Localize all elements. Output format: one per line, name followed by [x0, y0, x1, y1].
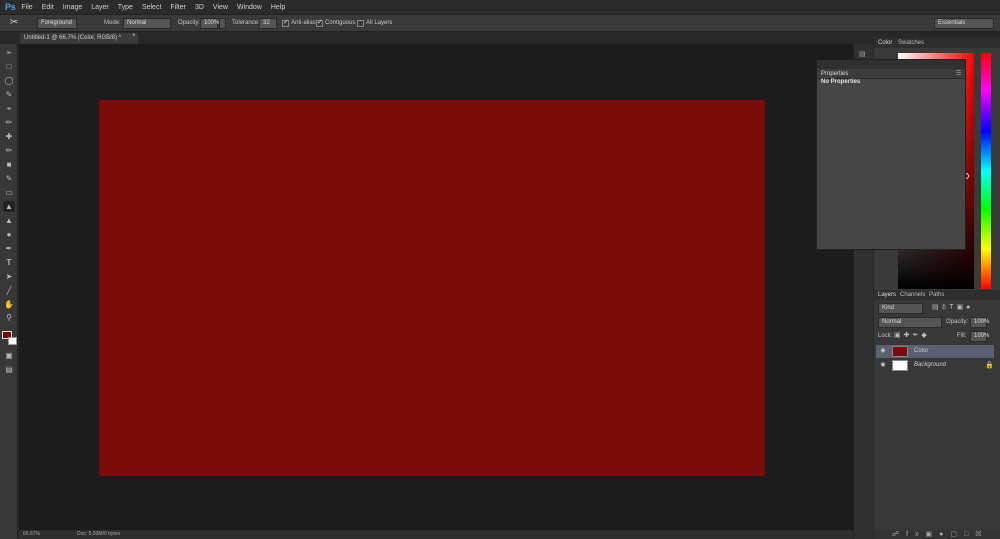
tab-layers[interactable]: Layers — [878, 292, 896, 298]
dodge-icon[interactable]: ● — [3, 229, 15, 240]
menu-file[interactable]: File — [21, 4, 32, 11]
clone-stamp-icon[interactable]: ■ — [3, 159, 15, 170]
workspace-select[interactable]: Essentials — [934, 18, 994, 29]
blur-icon[interactable]: ▲ — [3, 215, 15, 226]
layer-name[interactable]: Background — [914, 359, 946, 372]
document-tab[interactable]: Untitled-1 @ 66.7% (Color, RGB/8) * — [20, 33, 138, 44]
mode-select[interactable]: Normal — [123, 18, 171, 29]
canvas-area[interactable] — [19, 44, 853, 530]
layer-filter-kind[interactable]: Kind — [878, 303, 923, 314]
layer-row-color[interactable]: ◉ Color — [876, 345, 994, 358]
paint-bucket-tool-icon[interactable]: ✂ — [10, 17, 18, 28]
document-tab-bar: Untitled-1 @ 66.7% (Color, RGB/8) * × — [18, 32, 853, 44]
marquee-icon[interactable]: □ — [3, 61, 15, 72]
properties-panel: Properties ☰ No Properties — [816, 59, 966, 250]
fill-source-select[interactable]: Foreground — [37, 18, 77, 29]
history-panel-icon[interactable]: ▤ — [859, 50, 869, 58]
layer-name[interactable]: Color — [914, 345, 928, 358]
hand-icon[interactable]: ✋ — [3, 299, 15, 310]
menu-type[interactable]: Type — [118, 4, 133, 11]
app-logo: Ps — [5, 2, 16, 12]
antialias-checkbox[interactable] — [282, 18, 289, 27]
layer-opacity-label: Opacity: — [946, 319, 969, 325]
menu-image[interactable]: Image — [63, 4, 82, 11]
layer-opacity-input[interactable]: 100% — [970, 317, 989, 328]
paint-bucket-icon[interactable]: ▲ — [3, 201, 15, 212]
contiguous-label: Contiguous — [325, 20, 356, 26]
properties-panel-header[interactable] — [817, 60, 965, 69]
layers-footer-buttons[interactable]: ☍fx▣●▢□☒ — [874, 530, 1000, 539]
layer-filter-icons[interactable]: ▤⦽T▣● — [932, 303, 996, 314]
visibility-eye-icon[interactable]: ◉ — [878, 359, 888, 372]
tab-channels[interactable]: Channels — [900, 292, 925, 298]
all-layers-label: All Layers — [366, 20, 393, 26]
layers-panel: Layers Channels Paths Kind ▤⦽T▣● Normal … — [874, 290, 1000, 539]
zoom-level[interactable]: 66.67% — [23, 530, 40, 539]
menu-edit[interactable]: Edit — [42, 4, 54, 11]
eyedropper-icon[interactable]: ✏ — [3, 117, 15, 128]
tab-color[interactable]: Color — [878, 40, 892, 46]
antialias-label: Anti-alias — [291, 20, 316, 26]
opacity-label: Opacity: — [178, 20, 201, 26]
lasso-icon[interactable]: ◯ — [3, 75, 15, 86]
type-icon[interactable]: T — [3, 257, 15, 268]
layer-thumbnail — [892, 346, 908, 357]
menu-filter[interactable]: Filter — [170, 4, 186, 11]
opacity-input[interactable]: 100% — [200, 18, 219, 29]
healing-icon[interactable]: ✚ — [3, 131, 15, 142]
panel-menu-icon[interactable]: ☰ — [956, 70, 961, 77]
background-color-swatch[interactable] — [8, 337, 17, 345]
menu-help[interactable]: Help — [271, 4, 285, 11]
menu-window[interactable]: Window — [237, 4, 262, 11]
menu-3d[interactable]: 3D — [195, 4, 204, 11]
lock-icon: 🔒 — [985, 362, 994, 369]
tools-panel: ➢ □ ◯ ✎ ⌖ ✏ ✚ ✏ ■ ✎ ▭ ▲ ▲ ● ✒ T ➤ ╱ ✋ ⚲ … — [0, 44, 18, 539]
lock-icons[interactable]: ▣✚✒◆ — [894, 331, 944, 342]
opacity-dropdown[interactable] — [219, 18, 226, 29]
menu-select[interactable]: Select — [142, 4, 161, 11]
tolerance-label: Tolerance: — [232, 20, 260, 26]
status-bar: 66.67% Doc: 5.93M/0 bytes — [19, 530, 853, 539]
visibility-eye-icon[interactable]: ◉ — [878, 345, 888, 358]
options-bar: ✂ Foreground Mode: Normal Opacity: 100% … — [0, 14, 1000, 32]
menu-bar: Ps File Edit Image Layer Type Select Fil… — [0, 0, 1000, 14]
close-tab-icon[interactable]: × — [132, 33, 136, 39]
menu-view[interactable]: View — [213, 4, 228, 11]
color-panel-tabs: Color Swatches — [874, 38, 1000, 48]
move-icon[interactable]: ➢ — [3, 47, 15, 58]
fill-input[interactable]: 100% — [970, 331, 989, 342]
mode-label: Mode: — [104, 20, 121, 26]
tolerance-input[interactable]: 32 — [259, 18, 277, 29]
quick-select-icon[interactable]: ✎ — [3, 89, 15, 100]
brush-icon[interactable]: ✏ — [3, 145, 15, 156]
fill-label: Fill: — [957, 333, 967, 339]
zoom-icon[interactable]: ⚲ — [3, 312, 15, 323]
layer-row-background[interactable]: ◉ Background 🔒 — [876, 359, 994, 372]
quick-mask-icon[interactable]: ▣ — [3, 350, 15, 361]
properties-title[interactable]: Properties — [821, 71, 848, 77]
path-select-icon[interactable]: ➤ — [3, 271, 15, 282]
history-brush-icon[interactable]: ✎ — [3, 173, 15, 184]
crop-icon[interactable]: ⌖ — [3, 103, 15, 114]
properties-title-bar: Properties ☰ — [817, 69, 965, 79]
eraser-icon[interactable]: ▭ — [3, 187, 15, 198]
tab-paths[interactable]: Paths — [929, 292, 944, 298]
layers-panel-tabs: Layers Channels Paths — [874, 290, 1000, 300]
hue-slider[interactable] — [981, 53, 991, 289]
no-properties-text: No Properties — [821, 79, 861, 85]
screen-mode-icon[interactable]: ▤ — [3, 364, 15, 375]
tab-swatches[interactable]: Swatches — [898, 40, 924, 46]
line-icon[interactable]: ╱ — [3, 285, 15, 296]
document-canvas[interactable] — [99, 100, 765, 476]
layer-thumbnail — [892, 360, 908, 371]
doc-info[interactable]: Doc: 5.93M/0 bytes — [77, 530, 120, 539]
lock-label: Lock: — [878, 333, 893, 339]
all-layers-checkbox[interactable] — [357, 20, 364, 27]
menu-layer[interactable]: Layer — [91, 4, 109, 11]
contiguous-checkbox[interactable] — [316, 18, 323, 27]
pen-icon[interactable]: ✒ — [3, 243, 15, 254]
layer-blend-mode[interactable]: Normal — [878, 317, 942, 328]
properties-body — [821, 88, 959, 246]
